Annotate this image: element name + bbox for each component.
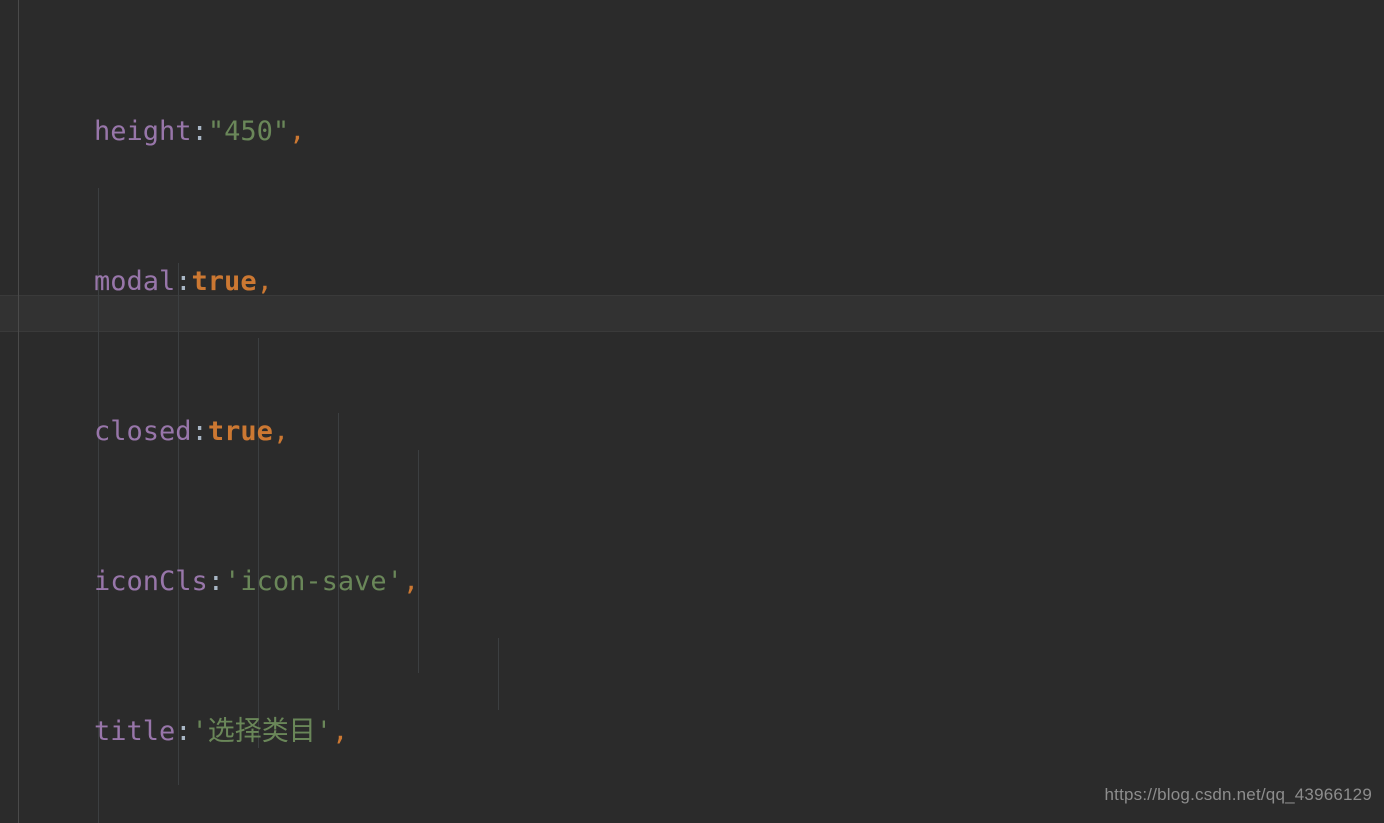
code-line: closed:true, xyxy=(0,413,1194,451)
token-colon: : xyxy=(207,565,225,597)
token-comma: , xyxy=(402,565,420,597)
token-property: iconCls xyxy=(94,565,208,597)
token-string: "450" xyxy=(207,115,290,147)
token-colon: : xyxy=(191,115,208,147)
token-comma: , xyxy=(256,265,273,297)
token-property: height xyxy=(94,115,192,147)
token-string-chinese: '选择类目' xyxy=(191,715,333,747)
token-colon: : xyxy=(175,715,192,747)
code-line: height:"450", xyxy=(0,113,1194,151)
token-property: closed xyxy=(94,415,192,447)
token-property: title xyxy=(94,715,176,747)
code-line: modal:true, xyxy=(0,263,1194,301)
code-line: title:'选择类目', xyxy=(0,713,1194,751)
code-line: iconCls:'icon-save', xyxy=(0,563,1194,601)
token-comma: , xyxy=(272,415,290,447)
token-property: modal xyxy=(94,265,176,297)
watermark-url: https://blog.csdn.net/qq_43966129 xyxy=(1104,784,1372,804)
token-comma: , xyxy=(332,715,349,747)
code-editor[interactable]: height:"450", modal:true, closed:true, i… xyxy=(0,0,1384,823)
code-content[interactable]: height:"450", modal:true, closed:true, i… xyxy=(0,0,1194,823)
token-string: 'icon-save' xyxy=(224,565,403,597)
token-colon: : xyxy=(191,415,208,447)
token-keyword: true xyxy=(207,415,273,447)
token-keyword: true xyxy=(191,265,257,297)
token-comma: , xyxy=(289,115,306,147)
token-colon: : xyxy=(175,265,192,297)
